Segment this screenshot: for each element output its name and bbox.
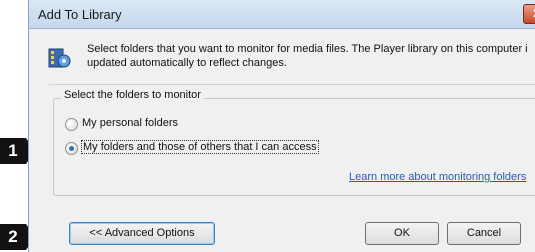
- radio-shared-folders-label[interactable]: My folders and those of others that I ca…: [81, 140, 319, 154]
- intro-text: Select folders that you want to monitor …: [87, 43, 528, 69]
- close-button[interactable]: ✕: [523, 4, 535, 24]
- dialog-title: Add To Library: [38, 7, 122, 22]
- title-bar: Add To Library ✕: [29, 0, 535, 29]
- divider: [49, 84, 535, 85]
- callout-badge-2: 2: [0, 224, 26, 250]
- radio-personal-folders-label[interactable]: My personal folders: [82, 117, 178, 129]
- folders-group-label: Select the folders to monitor: [61, 89, 204, 101]
- ok-button[interactable]: OK: [365, 222, 439, 245]
- radio-personal-folders[interactable]: [65, 118, 78, 131]
- callout-badge-1: 1: [0, 138, 26, 164]
- learn-more-link[interactable]: Learn more about monitoring folders: [349, 171, 526, 183]
- media-library-icon: [48, 48, 71, 68]
- radio-shared-folders[interactable]: [65, 142, 78, 155]
- advanced-options-button[interactable]: << Advanced Options: [69, 222, 215, 245]
- add-to-library-dialog: Add To Library ✕ Select folders that you…: [28, 0, 535, 252]
- cancel-button[interactable]: Cancel: [447, 222, 521, 245]
